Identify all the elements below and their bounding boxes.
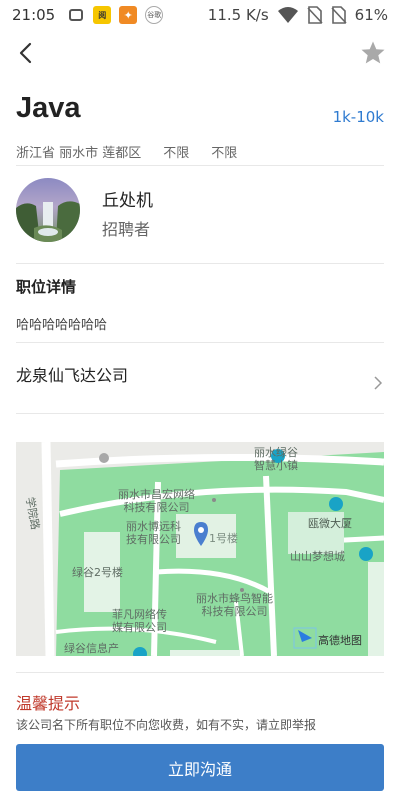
map-watermark: 高德地图 (318, 634, 362, 647)
app-notification-icon: 阅 (93, 6, 112, 24)
job-details-heading: 职位详情 (16, 278, 77, 296)
job-education: 不限 (211, 146, 238, 161)
divider (16, 672, 384, 673)
company-name: 龙泉仙飞达公司 (16, 366, 129, 385)
recruiter-role: 招聘者 (102, 220, 151, 239)
map-label-lvgu2: 绿谷2号楼 (72, 566, 123, 579)
company-row[interactable]: 龙泉仙飞达公司 (16, 354, 384, 414)
map-label-lvgu-town: 丽水绿谷 智慧小镇 (254, 446, 298, 472)
map-label-bosheng: 丽水博远科 技有限公司 (126, 520, 181, 546)
chevron-right-icon (374, 376, 383, 390)
no-sim-icon (307, 6, 323, 24)
status-bar: 21:05 阅 ✦ 谷歌 11.5 K/s 61% (0, 0, 400, 30)
map-label-lvgu-info: 绿谷信息产 (64, 642, 119, 655)
divider (16, 342, 384, 343)
no-sim-icon-2 (331, 6, 347, 24)
tip-text: 该公司名下所有职位不向您收费，如有不实，请立即举报 (16, 718, 317, 732)
battery-level: 61% (354, 6, 388, 24)
map-label-feifan: 菲凡网络传 媒有限公司 (112, 608, 167, 634)
waterfall-avatar-image (16, 178, 80, 242)
recruiter-name: 丘处机 (102, 191, 153, 211)
uc-browser-icon: ✦ (119, 6, 138, 24)
map-label-fengniao: 丽水市蜂鸟智能 科技有限公司 (196, 592, 273, 618)
job-location: 浙江省 丽水市 莲都区 (16, 146, 142, 161)
map-label-building1: 1号楼 (209, 532, 238, 545)
status-time: 21:05 (12, 6, 56, 24)
net-speed: 11.5 K/s (207, 6, 269, 24)
nav-bar (0, 30, 400, 76)
job-salary: 1k-10k (332, 108, 384, 126)
job-experience: 不限 (163, 146, 190, 161)
location-map[interactable]: 丽水市昌宏网络 科技有限公司 丽水绿谷 智慧小镇 丽水博远科 技有限公司 1号楼 瓯微… (16, 442, 384, 656)
avatar (16, 178, 80, 242)
map-label-changhong: 丽水市昌宏网络 科技有限公司 (118, 488, 195, 514)
map-label-road: 学院路 (23, 496, 42, 531)
tip-title: 温馨提示 (16, 694, 81, 713)
job-meta: 浙江省 丽水市 莲都区 不限 不限 (16, 142, 384, 166)
recruiter-card[interactable]: 丘处机 招聘者 (16, 178, 384, 264)
job-title: Java (16, 92, 81, 124)
job-description: 哈哈哈哈哈哈哈 (16, 318, 108, 333)
wifi-icon (277, 7, 298, 23)
map-canvas (16, 442, 384, 656)
google-app-icon: 谷歌 (145, 6, 164, 24)
contact-now-button[interactable]: 立即沟通 (16, 744, 384, 791)
map-label-shanshan: 山山梦想城 (290, 550, 345, 563)
map-label-ouwei: 瓯微大厦 (308, 517, 352, 530)
favorite-star-icon[interactable] (360, 40, 386, 66)
bag-notification-icon (67, 6, 85, 24)
back-arrow-icon[interactable] (14, 40, 40, 66)
job-header: Java 1k-10k (16, 92, 384, 126)
